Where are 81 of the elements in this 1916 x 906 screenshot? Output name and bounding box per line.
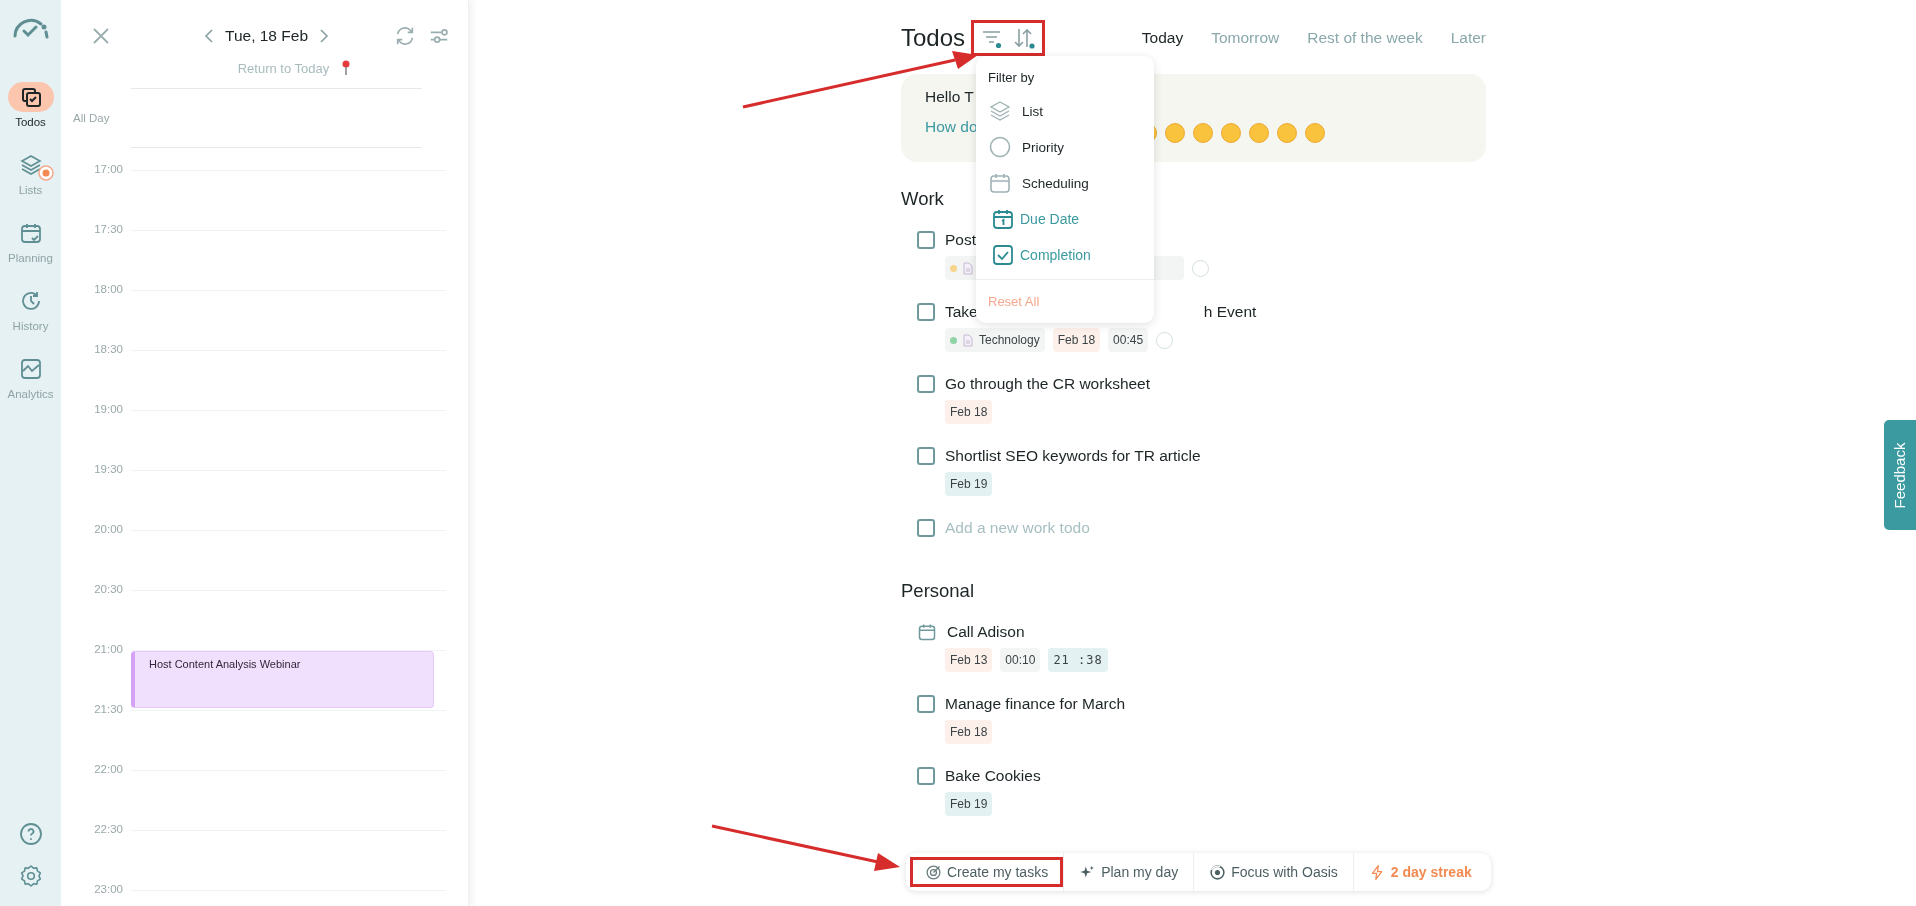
refresh-icon[interactable]	[394, 25, 416, 47]
calendar-event[interactable]: Host Content Analysis Webinar	[131, 651, 434, 708]
time-label: 18:30	[93, 343, 123, 355]
analytics-icon	[18, 357, 43, 381]
greeting-text: Hello T	[925, 88, 975, 106]
todo-title[interactable]: Shortlist SEO keywords for TR article	[945, 447, 1201, 465]
previous-day-icon[interactable]	[203, 28, 215, 44]
calendar-icon	[991, 207, 1015, 231]
filter-option[interactable]: Scheduling	[976, 165, 1154, 201]
emoji-icon[interactable]	[1165, 123, 1185, 143]
time-label: 19:00	[93, 403, 123, 415]
todo-title[interactable]: Call Adison	[947, 623, 1025, 641]
checkbox[interactable]	[917, 375, 935, 393]
emoji-icon[interactable]	[1221, 123, 1241, 143]
time-label: 17:30	[93, 223, 123, 235]
time-label: 20:00	[93, 523, 123, 535]
time-label: 17:00	[93, 163, 123, 175]
checkbox-icon	[991, 243, 1015, 267]
time-label: 23:00	[93, 883, 123, 895]
date-tag[interactable]: Feb 19	[945, 792, 993, 816]
checkbox[interactable]	[917, 695, 935, 713]
calendar-icon[interactable]	[917, 622, 937, 642]
circle-icon	[988, 135, 1012, 159]
list-tag[interactable]: Technology	[945, 328, 1045, 352]
planning-icon	[18, 221, 43, 245]
todo-title[interactable]: Manage finance for March	[945, 695, 1126, 713]
emoji-icon[interactable]	[1277, 123, 1297, 143]
date-tag[interactable]: Feb 18	[945, 720, 993, 744]
document-icon	[963, 333, 973, 347]
time-label: 21:00	[93, 643, 123, 655]
action-button[interactable]: Focus with Oasis	[1194, 857, 1353, 887]
lists-icon	[18, 153, 43, 177]
checkbox[interactable]	[917, 447, 935, 465]
section-title: Work	[901, 188, 945, 210]
date-tag[interactable]: Feb 19	[945, 472, 993, 496]
todo-title[interactable]: Take	[945, 303, 978, 321]
duration-tag[interactable]: 00:45	[1108, 328, 1149, 352]
filter-option[interactable]: List	[976, 93, 1154, 129]
todo-title[interactable]: h Event	[1203, 303, 1257, 321]
next-day-icon[interactable]	[318, 28, 330, 44]
time-label: 19:30	[93, 463, 123, 475]
page-title: Todos	[901, 24, 966, 52]
checkbox[interactable]	[917, 303, 935, 321]
checkbox[interactable]	[917, 767, 935, 785]
date-tag[interactable]: Feb 18	[945, 400, 993, 424]
document-icon	[963, 261, 973, 275]
pin-icon	[341, 60, 352, 76]
timer-tag[interactable]: 21 :38	[1048, 648, 1108, 672]
time-label: 18:00	[93, 283, 123, 295]
todo-title[interactable]: Go through the CR worksheet	[945, 375, 1151, 393]
time-label: 21:30	[93, 703, 123, 715]
filter-option[interactable]: Priority	[976, 129, 1154, 165]
emoji-icon[interactable]	[1305, 123, 1325, 143]
menu-title: Filter by	[988, 70, 1036, 85]
date-tag[interactable]: Feb 18	[1052, 328, 1101, 352]
action-button[interactable]: Create my tasks	[910, 857, 1064, 887]
section-title: Personal	[901, 580, 975, 602]
todo-title[interactable]: Post	[945, 231, 976, 249]
emoji-icon[interactable]	[1193, 123, 1213, 143]
swirl-icon	[1209, 863, 1227, 881]
duration-tag[interactable]: 00:10	[1000, 648, 1041, 672]
close-icon[interactable]	[91, 26, 111, 46]
checkbox[interactable]	[917, 231, 935, 249]
calendar-icon	[988, 171, 1012, 195]
emoji-icon[interactable]	[1249, 123, 1269, 143]
time-label: 20:30	[93, 583, 123, 595]
time-label: 22:00	[93, 763, 123, 775]
calendar-date: Tue, 18 Feb	[225, 27, 308, 45]
action-button[interactable]: Plan my day	[1064, 857, 1194, 887]
current-time-marker	[38, 165, 54, 181]
settings-icon[interactable]	[18, 864, 43, 888]
sort-icon[interactable]	[1012, 26, 1037, 50]
todo-title[interactable]: Bake Cookies	[945, 767, 1041, 785]
day-tab[interactable]: Today	[1141, 29, 1184, 47]
date-tag[interactable]: Feb 13	[945, 648, 993, 672]
checkbox[interactable]	[917, 519, 935, 537]
time-label: 22:30	[93, 823, 123, 835]
all-day-label: All Day	[73, 112, 110, 124]
target-icon	[925, 863, 942, 881]
layers-icon	[988, 99, 1012, 123]
help-icon[interactable]	[18, 822, 43, 846]
